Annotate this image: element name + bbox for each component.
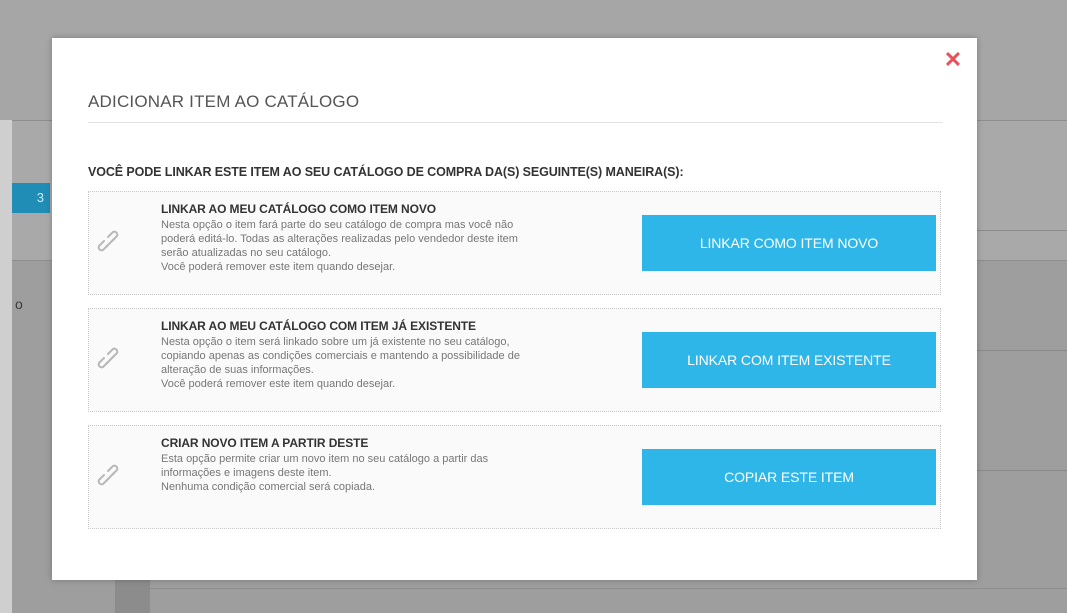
copy-item-button[interactable]: COPIAR ESTE ITEM bbox=[642, 449, 936, 505]
option-text: LINKAR AO MEU CATÁLOGO COM ITEM JÁ EXIST… bbox=[161, 319, 661, 391]
option-description: Nesta opção o item fará parte do seu cat… bbox=[161, 218, 661, 274]
description-line: Você poderá remover este item quando des… bbox=[161, 378, 396, 390]
option-link-existing: LINKAR AO MEU CATÁLOGO COM ITEM JÁ EXIST… bbox=[88, 308, 941, 412]
description-line: Nenhuma condição comercial será copiada. bbox=[161, 481, 376, 493]
description-line: Nesta opção o item será linkado sobre um… bbox=[161, 336, 510, 348]
background-divider bbox=[977, 470, 1067, 471]
description-line: alteração de suas informações. bbox=[161, 364, 314, 376]
background-divider bbox=[977, 350, 1067, 351]
description-line: informações e imagens deste item. bbox=[161, 467, 332, 479]
title-divider bbox=[88, 122, 943, 123]
close-button[interactable]: ✕ bbox=[943, 47, 963, 72]
link-icon bbox=[97, 230, 123, 256]
link-icon bbox=[97, 347, 123, 373]
description-line: serão atualizadas no seu catálogo. bbox=[161, 247, 332, 259]
background-left-panel bbox=[0, 120, 12, 613]
close-icon: ✕ bbox=[943, 47, 963, 72]
background-divider bbox=[977, 230, 1067, 231]
option-copy-item: CRIAR NOVO ITEM A PARTIR DESTE Esta opçã… bbox=[88, 425, 941, 529]
background-strip bbox=[115, 580, 150, 613]
option-heading: LINKAR AO MEU CATÁLOGO COMO ITEM NOVO bbox=[161, 202, 436, 216]
add-to-catalog-modal: ✕ ADICIONAR ITEM AO CATÁLOGO VOCÊ PODE L… bbox=[52, 38, 977, 580]
description-line: poderá editá-lo. Todas as alterações rea… bbox=[161, 233, 518, 245]
modal-title: ADICIONAR ITEM AO CATÁLOGO bbox=[88, 92, 360, 112]
option-link-as-new: LINKAR AO MEU CATÁLOGO COMO ITEM NOVO Ne… bbox=[88, 191, 941, 295]
option-text: CRIAR NOVO ITEM A PARTIR DESTE Esta opçã… bbox=[161, 436, 661, 494]
description-line: Nesta opção o item fará parte do seu cat… bbox=[161, 219, 514, 231]
option-description: Esta opção permite criar um novo item no… bbox=[161, 452, 661, 494]
description-line: Você poderá remover este item quando des… bbox=[161, 261, 396, 273]
link-icon bbox=[97, 464, 123, 490]
instruction-text: VOCÊ PODE LINKAR ESTE ITEM AO SEU CATÁLO… bbox=[88, 165, 684, 179]
option-text: LINKAR AO MEU CATÁLOGO COMO ITEM NOVO Ne… bbox=[161, 202, 661, 274]
background-text: o bbox=[15, 296, 23, 312]
background-divider bbox=[150, 588, 1067, 589]
description-line: Esta opção permite criar um novo item no… bbox=[161, 453, 489, 465]
background-badge[interactable]: 3 bbox=[12, 183, 50, 213]
option-heading: CRIAR NOVO ITEM A PARTIR DESTE bbox=[161, 436, 369, 450]
description-line: copiando apenas as condições comerciais … bbox=[161, 350, 520, 362]
link-existing-button[interactable]: LINKAR COM ITEM EXISTENTE bbox=[642, 332, 936, 388]
option-description: Nesta opção o item será linkado sobre um… bbox=[161, 335, 661, 391]
option-heading: LINKAR AO MEU CATÁLOGO COM ITEM JÁ EXIST… bbox=[161, 319, 476, 333]
link-as-new-button[interactable]: LINKAR COMO ITEM NOVO bbox=[642, 215, 936, 271]
